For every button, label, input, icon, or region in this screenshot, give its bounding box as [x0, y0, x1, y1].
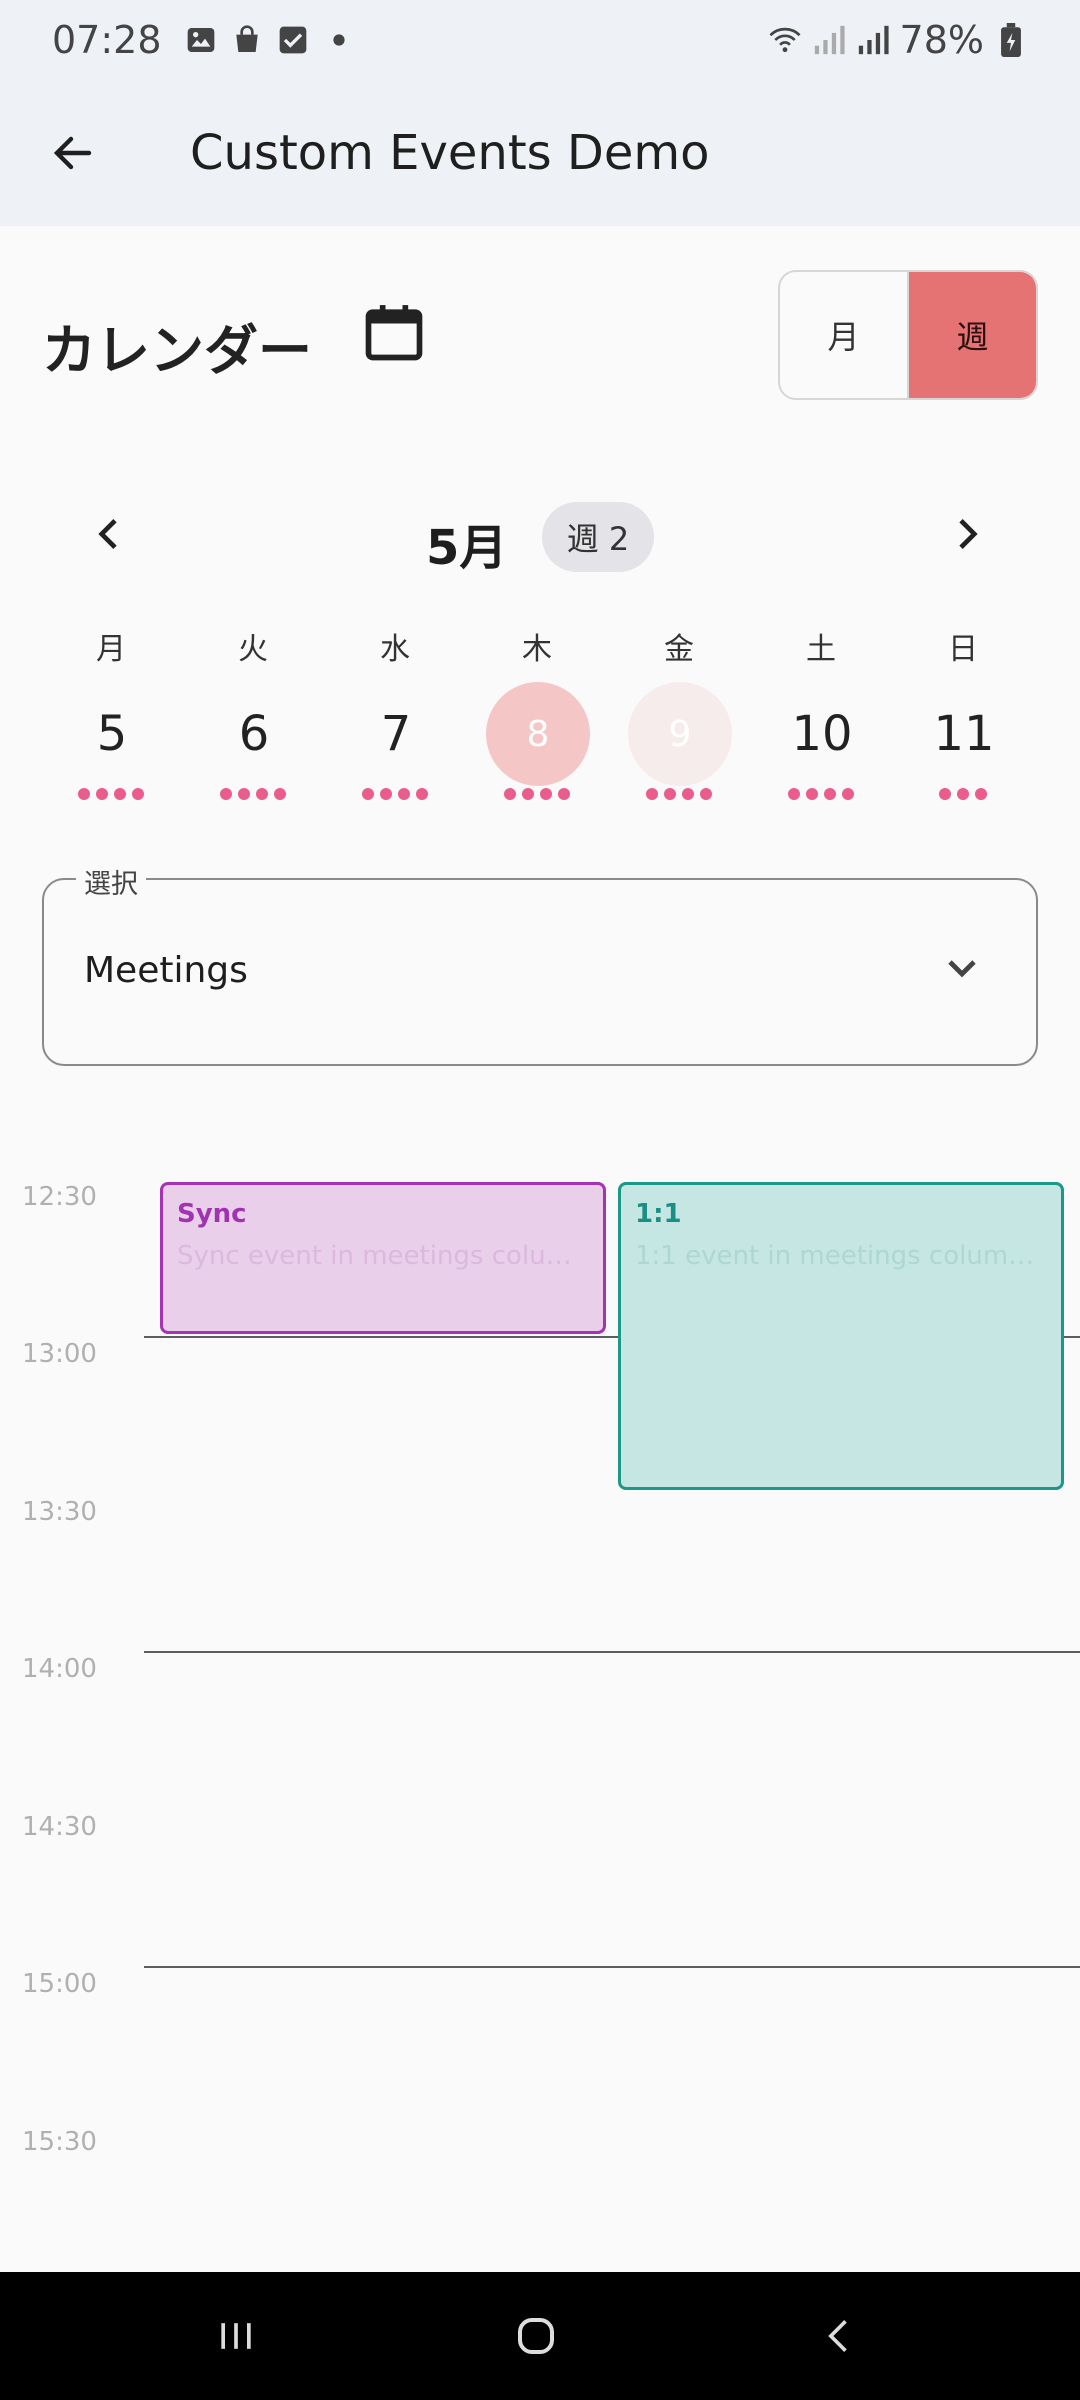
calendar-icon[interactable] — [360, 298, 428, 366]
day-date-selected[interactable]: 9 — [628, 682, 732, 786]
home-icon — [518, 2318, 554, 2354]
time-label: 15:00 — [22, 1969, 97, 1999]
checkbox-icon — [276, 23, 310, 57]
time-label: 12:30 — [22, 1182, 97, 1212]
day-column[interactable]: 月 5 — [40, 610, 182, 820]
day-column[interactable]: 木 8 — [466, 610, 608, 820]
system-back-button[interactable] — [810, 2306, 870, 2366]
hour-line — [144, 1651, 1080, 1653]
event-description: Sync event in meetings colu… — [177, 1241, 572, 1271]
time-label: 15:30 — [22, 2127, 97, 2157]
day-column[interactable]: 日 11 — [892, 610, 1034, 820]
day-column[interactable]: 火 6 — [182, 610, 324, 820]
time-label: 14:00 — [22, 1654, 97, 1684]
event-dots — [608, 788, 750, 800]
day-label: 金 — [664, 632, 694, 667]
calendar-title: カレンダー — [42, 319, 312, 382]
event-dots — [182, 788, 324, 800]
time-label: 13:00 — [22, 1339, 97, 1369]
time-grid[interactable]: 12:30 13:00 13:30 14:00 14:30 15:00 15:3… — [0, 1150, 1080, 2270]
day-column[interactable]: 水 7 — [324, 610, 466, 820]
chevron-left-icon — [828, 2320, 847, 2352]
next-week-button[interactable] — [936, 504, 996, 564]
event-description: 1:1 event in meetings column… — [635, 1241, 1047, 1271]
shopping-bag-icon — [230, 23, 264, 57]
day-date[interactable]: 10 — [770, 682, 874, 786]
status-bar: 07:28 78% — [0, 0, 1080, 80]
battery-icon — [994, 23, 1028, 57]
day-label: 木 — [522, 632, 552, 667]
day-date[interactable]: 7 — [344, 682, 448, 786]
status-time: 07:28 — [52, 18, 162, 62]
select-legend: 選択 — [76, 862, 146, 901]
event-dots — [40, 788, 182, 800]
chevron-right-icon — [959, 519, 978, 549]
event-dots — [892, 788, 1034, 800]
system-navigation-bar — [0, 2272, 1080, 2400]
month-navigation: 5月 週 2 — [0, 490, 1080, 580]
wifi-icon — [768, 23, 802, 57]
home-button[interactable] — [506, 2306, 566, 2366]
recent-apps-button[interactable] — [206, 2306, 266, 2366]
day-label: 土 — [806, 632, 836, 667]
day-column[interactable]: 土 10 — [750, 610, 892, 820]
recent-apps-icon — [221, 2323, 251, 2349]
toggle-month-button[interactable]: 月 — [780, 272, 907, 398]
hour-line — [144, 1966, 1080, 1968]
back-button[interactable] — [0, 80, 146, 226]
view-toggle: 月 週 — [778, 270, 1038, 400]
event-card-one-on-one[interactable]: 1:1 1:1 event in meetings column… — [618, 1182, 1064, 1490]
image-icon — [184, 23, 218, 57]
month-label: 5月 — [426, 520, 508, 576]
battery-percent: 78% — [899, 18, 984, 62]
week-chip: 週 2 — [542, 502, 654, 572]
signal-icon — [856, 23, 890, 57]
day-date[interactable]: 6 — [202, 682, 306, 786]
event-dots — [466, 788, 608, 800]
dot-icon — [322, 23, 356, 57]
day-label: 水 — [380, 632, 410, 667]
time-label: 13:30 — [22, 1497, 97, 1527]
arrow-left-icon — [53, 136, 92, 170]
chevron-left-icon — [98, 519, 117, 549]
event-dots — [324, 788, 466, 800]
day-label: 火 — [238, 632, 268, 667]
column-select[interactable]: 選択 Meetings — [42, 862, 1038, 1066]
signal-icon — [812, 23, 846, 57]
day-date[interactable]: 5 — [60, 682, 164, 786]
event-dots — [750, 788, 892, 800]
event-card-sync[interactable]: Sync Sync event in meetings colu… — [160, 1182, 606, 1334]
calendar-header: カレンダー 月 週 — [0, 226, 1080, 456]
app-bar: Custom Events Demo — [0, 80, 1080, 226]
previous-week-button[interactable] — [80, 504, 140, 564]
chevron-down-icon — [938, 944, 986, 992]
app-title: Custom Events Demo — [190, 125, 710, 181]
day-column[interactable]: 金 9 — [608, 610, 750, 820]
event-title: 1:1 — [635, 1199, 682, 1229]
time-label: 14:30 — [22, 1812, 97, 1842]
day-label: 日 — [948, 632, 978, 667]
week-strip: 月 5 火 6 水 7 木 8 金 9 土 10 日 11 — [40, 610, 1040, 820]
toggle-week-button[interactable]: 週 — [907, 272, 1036, 398]
day-date[interactable]: 11 — [912, 682, 1016, 786]
select-value: Meetings — [84, 950, 248, 991]
day-label: 月 — [96, 632, 126, 667]
day-date-today[interactable]: 8 — [486, 682, 590, 786]
event-title: Sync — [177, 1199, 247, 1229]
